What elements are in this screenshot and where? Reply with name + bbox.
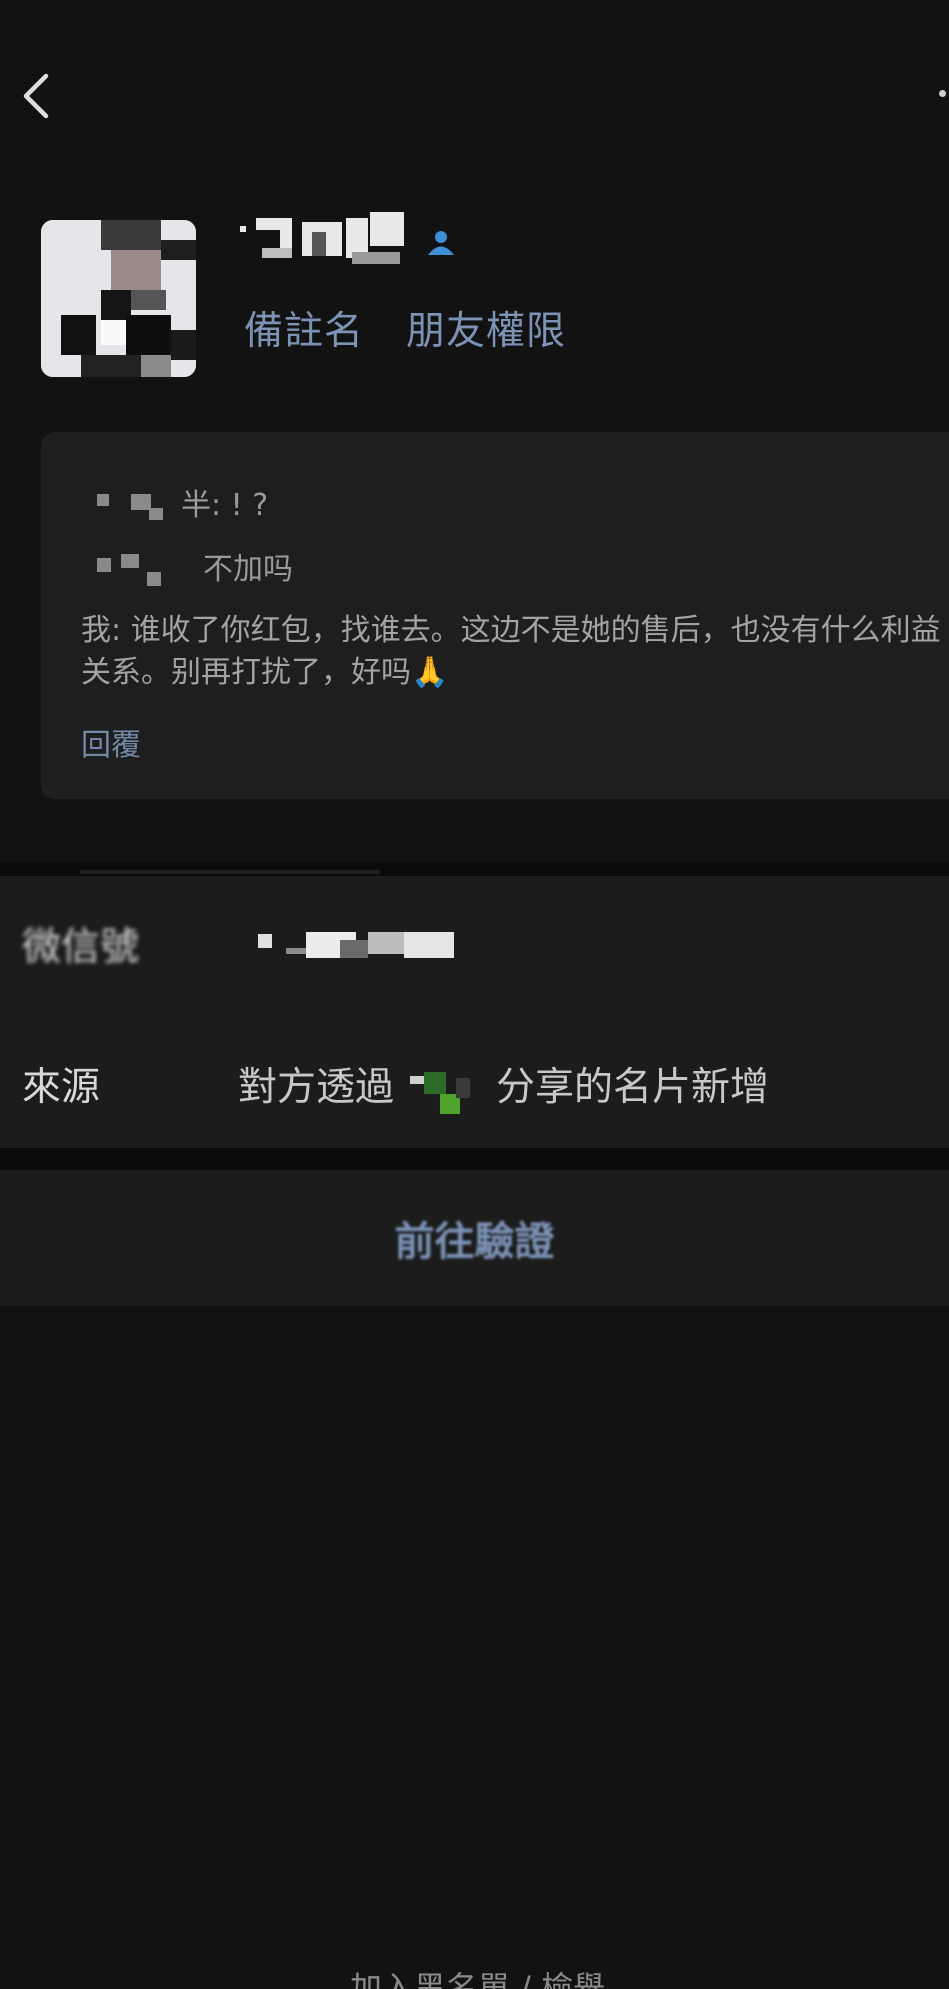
redacted-block <box>97 494 109 506</box>
redacted-block <box>97 558 111 572</box>
nickname-redacted <box>240 212 414 270</box>
remark-button[interactable]: 備註名 <box>244 300 364 356</box>
source-label: 來源 <box>22 1065 101 1110</box>
redacted-block <box>340 940 368 958</box>
redacted-block <box>131 494 151 510</box>
source-suffix: 分享的名片新增 <box>496 1065 770 1110</box>
verify-section: 前往驗證 <box>0 1170 949 1306</box>
back-button[interactable] <box>20 70 60 122</box>
source-row: 來源 對方透過 分享的名片新增 <box>0 1012 949 1148</box>
more-dots-icon <box>939 90 946 97</box>
wechat-id-label: 微信號 <box>22 925 140 970</box>
redacted-block <box>149 508 163 520</box>
redacted-block <box>456 1078 470 1098</box>
avatar[interactable] <box>41 220 196 377</box>
verified-person-icon <box>428 231 454 255</box>
section-divider <box>0 1148 949 1170</box>
greeting-card: 半: ! ? 不加吗 我: 谁收了你红包，找谁去。这边不是她的售后，也没有什么利… <box>41 432 949 799</box>
source-prefix: 對方透過 <box>238 1065 395 1110</box>
redacted-block <box>258 934 272 948</box>
redacted-block <box>147 572 161 586</box>
blacklist-report-link[interactable]: 加入黑名單 / 檢舉 <box>350 1968 605 1989</box>
greeting-line-1: 半: ! ? <box>181 488 269 523</box>
go-verify-button[interactable]: 前往驗證 <box>0 1170 949 1306</box>
redacted-block <box>404 932 454 958</box>
more-button[interactable] <box>937 86 949 102</box>
redacted-block <box>424 1072 446 1094</box>
wechat-id-row[interactable]: 微信號 <box>0 876 949 1012</box>
redacted-block <box>121 554 139 568</box>
redacted-block <box>368 932 404 954</box>
reply-button[interactable]: 回覆 <box>81 720 141 764</box>
chevron-left-icon <box>23 73 49 119</box>
redacted-block <box>410 1076 424 1084</box>
section-divider <box>0 862 949 876</box>
friend-permission-button[interactable]: 朋友權限 <box>406 300 566 356</box>
greeting-line-2: 不加吗 <box>203 552 293 587</box>
my-reply-text: 我: 谁收了你红包，找谁去。这边不是她的售后，也没有什么利益关系。别再打扰了，好… <box>81 613 941 690</box>
go-verify-label: 前往驗證 <box>394 1219 555 1265</box>
